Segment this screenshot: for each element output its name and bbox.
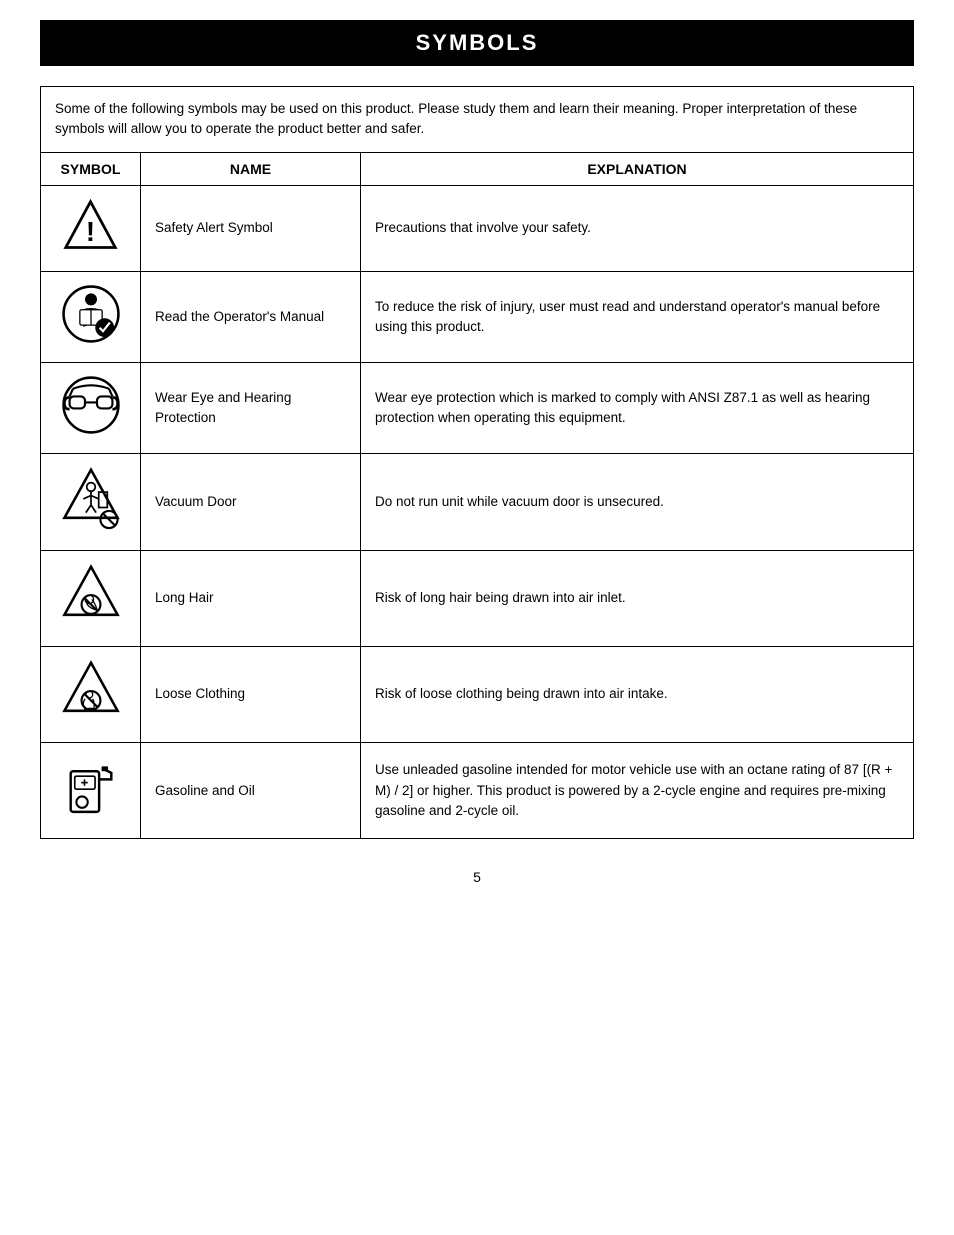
symbol-cell-read-manual (41, 271, 141, 362)
page-title-bar: SYMBOLS (40, 20, 914, 66)
symbols-table: Some of the following symbols may be use… (40, 86, 914, 839)
name-cell-vacuum-door: Vacuum Door (141, 454, 361, 550)
name-cell-safety-alert: Safety Alert Symbol (141, 185, 361, 271)
header-explanation: EXPLANATION (361, 152, 914, 185)
name-cell-loose-clothing: Loose Clothing (141, 646, 361, 742)
header-name: NAME (141, 152, 361, 185)
table-row: Wear Eye and Hearing Protection Wear eye… (41, 363, 914, 454)
header-symbol: SYMBOL (41, 152, 141, 185)
explanation-cell-loose-clothing: Risk of loose clothing being drawn into … (361, 646, 914, 742)
page-title: SYMBOLS (416, 30, 539, 55)
page-number: 5 (40, 869, 914, 885)
explanation-cell-eye-hearing: Wear eye protection which is marked to c… (361, 363, 914, 454)
symbol-cell-safety-alert: ! (41, 185, 141, 271)
table-row: Vacuum Door Do not run unit while vacuum… (41, 454, 914, 550)
symbol-cell-loose-clothing (41, 646, 141, 742)
explanation-cell-long-hair: Risk of long hair being drawn into air i… (361, 550, 914, 646)
intro-text: Some of the following symbols may be use… (41, 87, 914, 153)
eye-hearing-icon (61, 375, 121, 435)
table-row: Gasoline and Oil Use unleaded gasoline i… (41, 743, 914, 839)
svg-text:!: ! (86, 216, 95, 247)
vacuum-door-icon (61, 466, 121, 531)
symbol-cell-long-hair (41, 550, 141, 646)
safety-alert-icon: ! (63, 198, 118, 253)
table-row: Long Hair Risk of long hair being drawn … (41, 550, 914, 646)
explanation-cell-gasoline-oil: Use unleaded gasoline intended for motor… (361, 743, 914, 839)
table-row: Loose Clothing Risk of loose clothing be… (41, 646, 914, 742)
table-row: Read the Operator's Manual To reduce the… (41, 271, 914, 362)
explanation-cell-read-manual: To reduce the risk of injury, user must … (361, 271, 914, 362)
read-manual-icon (61, 284, 121, 344)
explanation-cell-safety-alert: Precautions that involve your safety. (361, 185, 914, 271)
loose-clothing-icon (61, 659, 121, 724)
table-row: ! Safety Alert Symbol Precautions that i… (41, 185, 914, 271)
symbol-cell-vacuum-door (41, 454, 141, 550)
name-cell-gasoline-oil: Gasoline and Oil (141, 743, 361, 839)
gasoline-oil-icon (61, 755, 121, 820)
name-cell-long-hair: Long Hair (141, 550, 361, 646)
name-cell-read-manual: Read the Operator's Manual (141, 271, 361, 362)
symbol-cell-eye-hearing (41, 363, 141, 454)
explanation-cell-vacuum-door: Do not run unit while vacuum door is uns… (361, 454, 914, 550)
symbol-cell-gasoline-oil (41, 743, 141, 839)
name-cell-eye-hearing: Wear Eye and Hearing Protection (141, 363, 361, 454)
long-hair-icon (61, 563, 121, 628)
